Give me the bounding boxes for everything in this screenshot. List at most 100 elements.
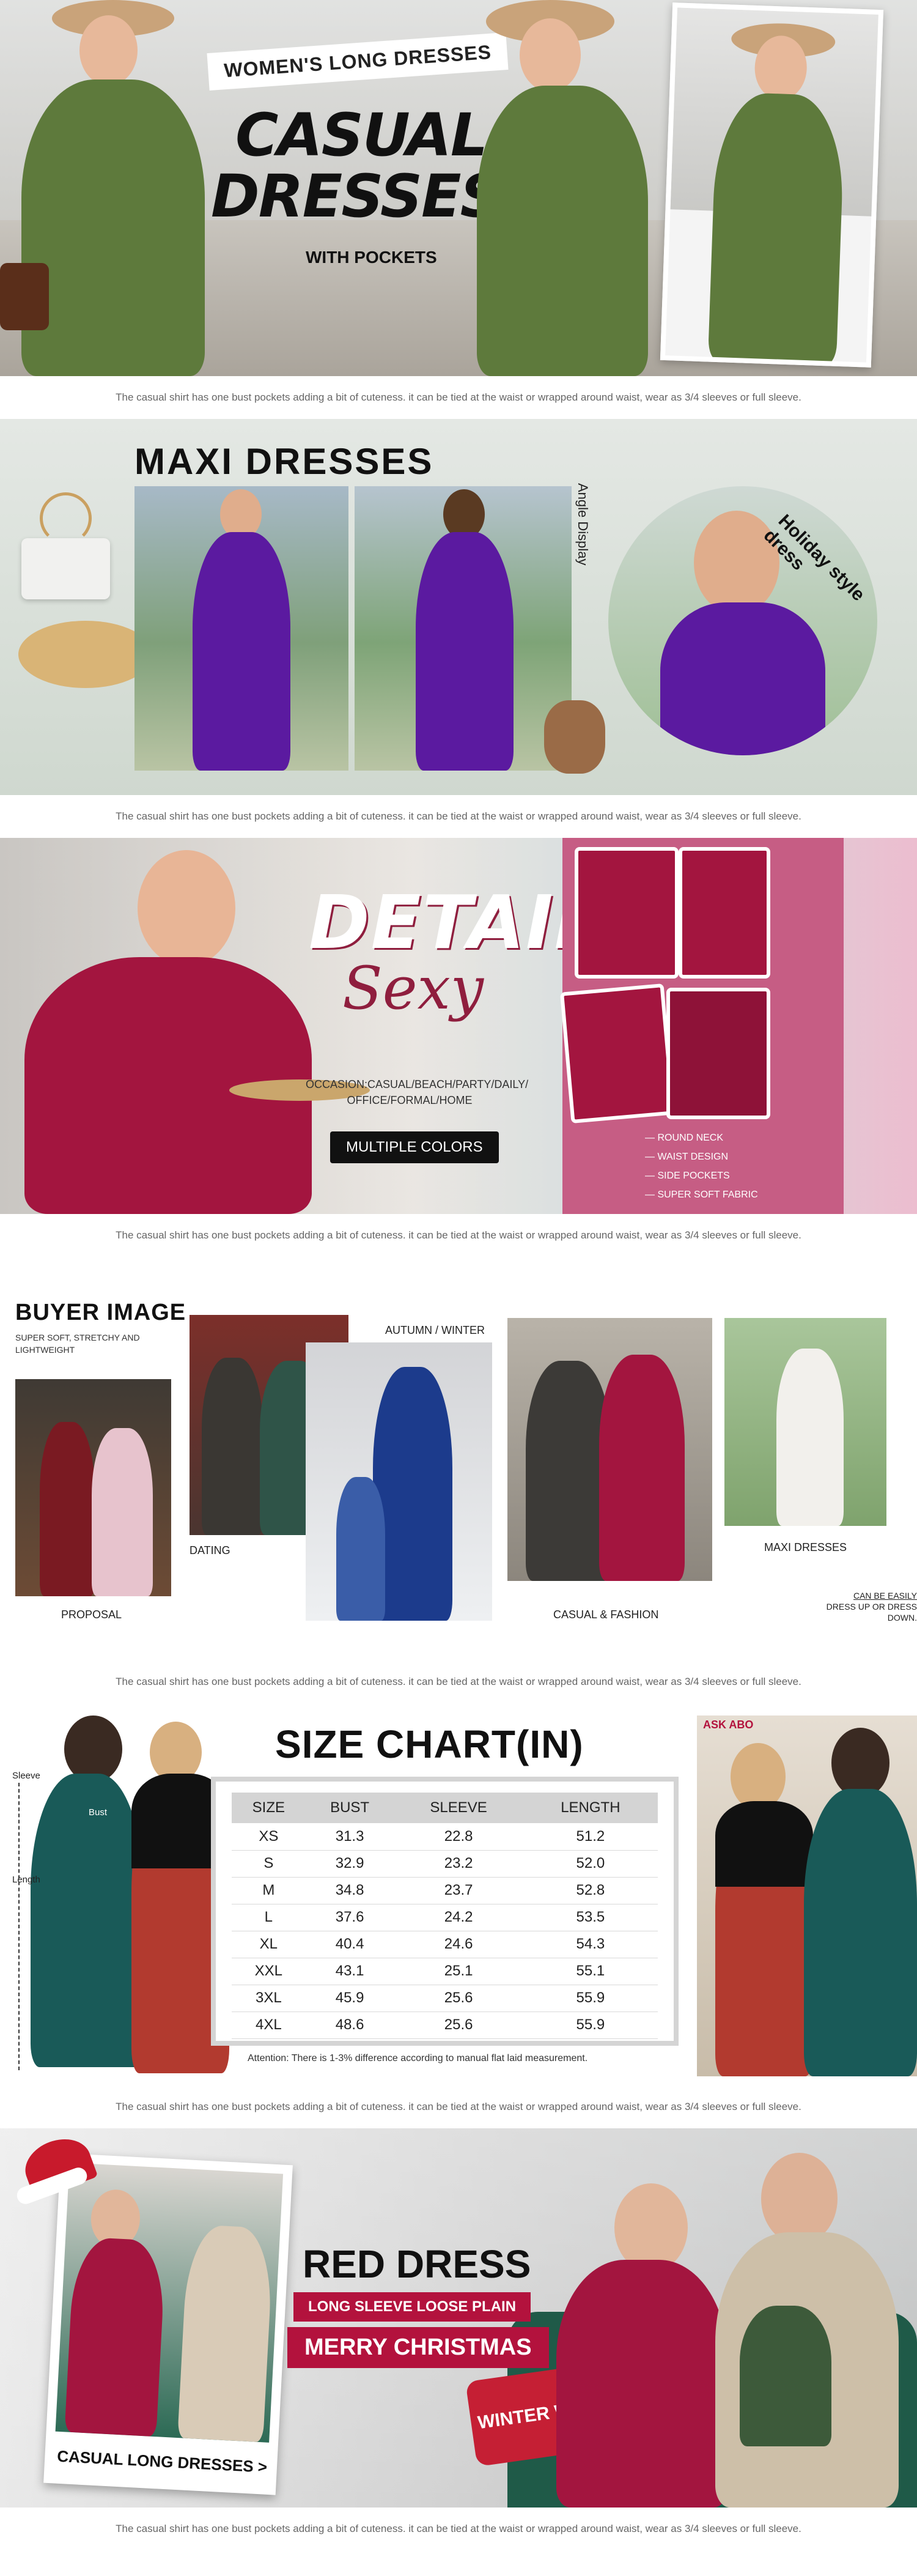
- header-cell: SIZE: [232, 1793, 306, 1823]
- closeup-fabric: [666, 988, 770, 1119]
- feature-list: ROUND NECK WAIST DESIGN SIDE POCKETS SUP…: [645, 1128, 758, 1204]
- model-head: [694, 511, 779, 615]
- model-dress: [40, 1422, 95, 1596]
- model-dress: [776, 1349, 844, 1526]
- closeup-round-neck: [575, 847, 679, 979]
- model-head: [64, 1715, 122, 1783]
- size-chart-title: SIZE CHART(IN): [275, 1722, 584, 1766]
- model-head: [614, 2183, 688, 2272]
- table-cell: 52.0: [523, 1850, 658, 1878]
- table-cell: 48.6: [305, 2012, 394, 2039]
- dress-up-note: CAN BE EASILY DRESS UP OR DRESS DOWN.: [816, 1590, 917, 1623]
- ribbon-merry-christmas: MERRY CHRISTMAS: [287, 2327, 549, 2368]
- table-cell: 32.9: [305, 1850, 394, 1878]
- handbag: [0, 263, 49, 330]
- table-row: M 34.8 23.7 52.8: [232, 1877, 658, 1904]
- table-row: XS 31.3 22.8 51.2: [232, 1823, 658, 1851]
- buyer-subtitle-line: SUPER SOFT, STRETCHY AND: [15, 1333, 140, 1342]
- sign-text: ASK ABO: [703, 1719, 754, 1731]
- table-cell: 34.8: [305, 1877, 394, 1904]
- model-dress: [556, 2260, 727, 2508]
- measure-bust-label: Bust: [89, 1807, 108, 1818]
- table-row: S 32.9 23.2 52.0: [232, 1850, 658, 1878]
- label-autumn-winter: AUTUMN / WINTER: [385, 1324, 485, 1336]
- ribbon-long-sleeve: LONG SLEEVE LOOSE PLAIN: [293, 2292, 531, 2322]
- closeup-waist: [679, 847, 770, 979]
- man-sweater: [177, 2224, 274, 2443]
- table-cell: S: [232, 1850, 306, 1878]
- table-cell: 22.8: [394, 1823, 523, 1851]
- measure-sleeve-label: Sleeve: [12, 1771, 40, 1781]
- sandals: [544, 700, 605, 774]
- header-cell: SLEEVE: [394, 1793, 523, 1823]
- polaroid-photo: [55, 2163, 284, 2443]
- white-purse: [21, 538, 110, 599]
- header-cell: LENGTH: [523, 1793, 658, 1823]
- buyer-image-section: BUYER IMAGE SUPER SOFT, STRETCHY AND LIG…: [0, 1257, 917, 1660]
- hero-banner: WOMEN'S LONG DRESSES CASUAL DRESSES WITH…: [0, 0, 917, 376]
- buyer-photo-casual: [507, 1318, 712, 1581]
- label-casual-fashion: CASUAL & FASHION: [553, 1608, 659, 1621]
- caption: The casual shirt has one bust pockets ad…: [0, 2508, 917, 2550]
- purse-chain: [40, 492, 92, 544]
- angle-display-label: Angle Display: [575, 483, 591, 566]
- table-cell: L: [232, 1904, 306, 1931]
- christmas-polaroid: CASUAL LONG DRESSES >: [43, 2153, 293, 2495]
- model-dress: [202, 1358, 263, 1535]
- closeup-pocket: [559, 983, 676, 1123]
- label-maxi-dresses: MAXI DRESSES: [764, 1541, 847, 1553]
- table-row: 3XL 45.9 25.6 55.9: [232, 1985, 658, 2012]
- model-dress: [477, 86, 648, 376]
- table-cell: 40.4: [305, 1931, 394, 1958]
- table-row: L 37.6 24.2 53.5: [232, 1904, 658, 1931]
- caption: The casual shirt has one bust pockets ad…: [0, 376, 917, 419]
- occasion-line: OFFICE/FORMAL/HOME: [347, 1094, 473, 1106]
- buyer-subtitle: SUPER SOFT, STRETCHY AND LIGHTWEIGHT: [15, 1331, 140, 1356]
- maxi-title: MAXI DRESSES: [134, 441, 434, 482]
- hero-subtitle: WITH POCKETS: [306, 248, 437, 267]
- table-cell: XL: [232, 1931, 306, 1958]
- table-cell: 25.6: [394, 1985, 523, 2012]
- table-cell: 55.9: [523, 2012, 658, 2039]
- caption: The casual shirt has one bust pockets ad…: [0, 1660, 917, 1703]
- table-cell: 25.1: [394, 1958, 523, 1985]
- multiple-colors-button[interactable]: MULTIPLE COLORS: [330, 1131, 499, 1163]
- buyer-photo-winter: [306, 1342, 492, 1621]
- model-dress: [193, 532, 290, 771]
- buyer-title: BUYER IMAGE: [15, 1300, 186, 1325]
- model-head: [731, 1743, 786, 1810]
- model-head: [138, 850, 235, 966]
- table-cell: 45.9: [305, 1985, 394, 2012]
- size-table: SIZE BUST SLEEVE LENGTH XS 31.3 22.8 51.2 S…: [232, 1793, 658, 2039]
- model-dress: [21, 80, 205, 376]
- size-table-frame: SIZE BUST SLEEVE LENGTH XS 31.3 22.8 51.2 S…: [211, 1777, 679, 2046]
- table-cell: 55.9: [523, 1985, 658, 2012]
- table-cell: 51.2: [523, 1823, 658, 1851]
- table-cell: 52.8: [523, 1877, 658, 1904]
- feature-item: SIDE POCKETS: [645, 1166, 758, 1185]
- hero-photo-card: [660, 2, 884, 368]
- model-head: [831, 1728, 889, 1798]
- buyer-photo-maxi: [724, 1318, 886, 1526]
- man-head: [761, 2153, 838, 2245]
- model-head: [79, 15, 138, 86]
- casual-long-dresses-link[interactable]: CASUAL LONG DRESSES >: [57, 2447, 268, 2477]
- hero-title-line2: DRESSES: [211, 162, 503, 231]
- size-photo: ASK ABO: [697, 1715, 917, 2076]
- straw-hat: [18, 621, 153, 688]
- table-cell: 53.5: [523, 1904, 658, 1931]
- note-line: DRESS UP OR DRESS DOWN.: [826, 1602, 917, 1623]
- model-dress: [707, 91, 846, 365]
- maxi-back-photo: [355, 486, 572, 771]
- table-cell: XS: [232, 1823, 306, 1851]
- table-row: XL 40.4 24.6 54.3: [232, 1931, 658, 1958]
- size-chart-section: Sleeve Bust Length SIZE CHART(IN) SIZE B…: [0, 1703, 917, 2086]
- model-top: [715, 1801, 813, 1887]
- detail-script: Sexy: [342, 954, 484, 1023]
- feature-item: WAIST DESIGN: [645, 1147, 758, 1166]
- maxi-front-photo: [134, 486, 348, 771]
- table-cell: 54.3: [523, 1931, 658, 1958]
- model-dress: [92, 1428, 153, 1596]
- size-table-header: SIZE BUST SLEEVE LENGTH: [232, 1793, 658, 1823]
- table-cell: 55.1: [523, 1958, 658, 1985]
